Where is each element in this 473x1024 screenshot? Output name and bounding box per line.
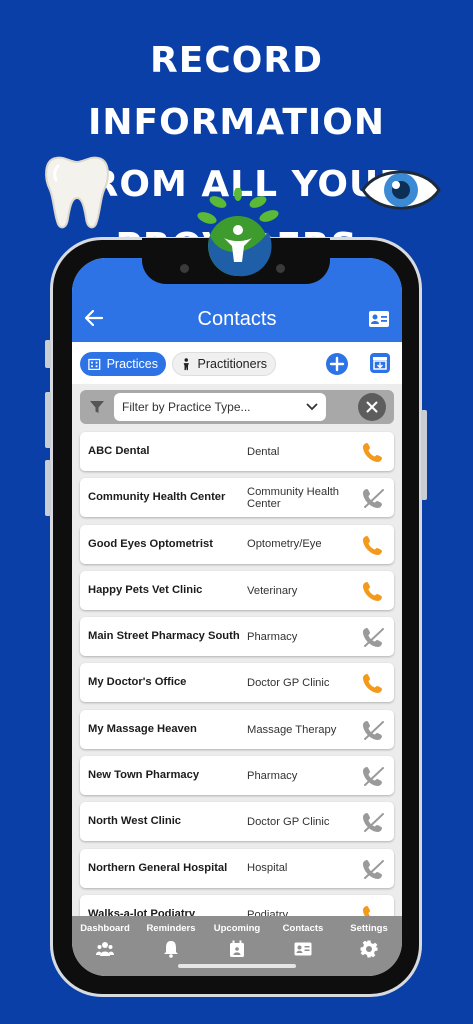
phone-disabled-icon bbox=[363, 859, 384, 879]
list-item[interactable]: My Doctor's Office Doctor GP Clinic bbox=[80, 663, 394, 703]
nav-label: Upcoming bbox=[213, 923, 261, 934]
list-item[interactable]: Happy Pets Vet Clinic Veterinary bbox=[80, 570, 394, 610]
camera-dot-left bbox=[180, 264, 189, 273]
bell-icon bbox=[164, 941, 178, 958]
phone-icon[interactable] bbox=[362, 580, 384, 602]
contact-name: North West Clinic bbox=[88, 815, 182, 828]
contact-list: ABC Dental Dental Community Health Center C… bbox=[80, 432, 394, 941]
contact-type: Pharmacy bbox=[247, 769, 298, 782]
app-logo-icon bbox=[197, 188, 279, 277]
segment-bar: Practices Practitioners bbox=[72, 342, 402, 384]
phone-disabled-icon bbox=[363, 813, 384, 833]
contact-card-icon bbox=[294, 942, 312, 956]
contact-name: Community Health Center bbox=[88, 491, 226, 504]
practice-type-placeholder: Filter by Practice Type... bbox=[122, 400, 251, 414]
page-title: Contacts bbox=[197, 308, 277, 330]
practice-type-select[interactable]: Filter by Practice Type... bbox=[114, 393, 326, 421]
phone-disabled-icon bbox=[363, 628, 384, 648]
person-icon bbox=[183, 358, 189, 371]
phone-disabled-icon bbox=[363, 720, 384, 740]
contact-name: My Doctor's Office bbox=[88, 676, 187, 689]
contact-name: New Town Pharmacy bbox=[88, 769, 200, 782]
nav-label: Dashboard bbox=[80, 923, 130, 934]
nav-label: Contacts bbox=[282, 923, 324, 934]
nav-label: Reminders bbox=[146, 923, 196, 934]
contact-type: Hospital bbox=[247, 862, 288, 875]
building-icon bbox=[88, 358, 101, 371]
contact-name: Main Street Pharmacy South bbox=[88, 630, 240, 643]
chevron-down-icon bbox=[306, 403, 318, 411]
tab-practitioners-label: Practitioners bbox=[197, 357, 267, 371]
list-item[interactable]: Main Street Pharmacy South Pharmacy bbox=[80, 617, 394, 657]
phone-icon[interactable] bbox=[362, 672, 384, 694]
phone-volume-up bbox=[45, 392, 51, 448]
list-item[interactable]: Community Health Center Community Health … bbox=[80, 478, 394, 518]
phone-volume-down bbox=[45, 460, 51, 516]
phone-disabled-icon bbox=[363, 767, 384, 787]
contact-type: Doctor GP Clinic bbox=[247, 677, 330, 690]
list-item[interactable]: Good Eyes Optometrist Optometry/Eye bbox=[80, 524, 394, 564]
clear-filter-button[interactable] bbox=[358, 393, 386, 421]
contact-type: Massage Therapy bbox=[247, 723, 337, 736]
list-item[interactable]: ABC Dental Dental bbox=[80, 432, 394, 471]
tab-practices-label: Practices bbox=[106, 357, 158, 371]
tab-practices[interactable]: Practices bbox=[80, 352, 166, 376]
contact-type: Pharmacy bbox=[247, 630, 298, 643]
phone-power-button bbox=[421, 410, 427, 500]
list-item[interactable]: New Town Pharmacy Pharmacy bbox=[80, 756, 394, 796]
phone-disabled-icon bbox=[363, 489, 384, 509]
headline-line-1: RECORD INFORMATION bbox=[87, 40, 385, 143]
archive-icon bbox=[373, 357, 387, 370]
phone-icon[interactable] bbox=[362, 441, 384, 463]
users-icon bbox=[96, 942, 114, 956]
nav-label: Settings bbox=[350, 923, 388, 934]
contact-type: Dental bbox=[247, 445, 280, 458]
archive-button[interactable] bbox=[370, 353, 390, 373]
eye-icon bbox=[361, 170, 441, 210]
list-item[interactable]: Northern General Hospital Hospital bbox=[80, 848, 394, 888]
tooth-icon bbox=[45, 156, 109, 229]
tab-practitioners[interactable]: Practitioners bbox=[172, 352, 276, 376]
filter-bar: Filter by Practice Type... bbox=[80, 390, 394, 424]
calendar-icon bbox=[230, 940, 244, 957]
contact-type: Community Health Center bbox=[247, 485, 340, 511]
phone-mute-switch bbox=[45, 340, 51, 368]
contact-name: ABC Dental bbox=[88, 445, 150, 457]
funnel-icon bbox=[90, 401, 104, 413]
contact-name: Happy Pets Vet Clinic bbox=[88, 583, 203, 596]
contact-name: My Massage Heaven bbox=[88, 722, 197, 735]
nav-item-reminders[interactable]: Reminders bbox=[139, 923, 203, 976]
list-item[interactable]: North West Clinic Doctor GP Clinic bbox=[80, 802, 394, 842]
list-item[interactable]: My Massage Heaven Massage Therapy bbox=[80, 709, 394, 749]
close-icon bbox=[366, 401, 378, 413]
contact-type: Doctor GP Clinic bbox=[247, 816, 330, 829]
contact-name: Northern General Hospital bbox=[88, 861, 228, 874]
nav-item-settings[interactable]: Settings bbox=[337, 923, 401, 976]
nav-item-dashboard[interactable]: Dashboard bbox=[73, 923, 137, 976]
nav-item-upcoming[interactable]: Upcoming bbox=[205, 923, 269, 976]
phone-icon[interactable] bbox=[362, 534, 384, 556]
contact-type: Optometry/Eye bbox=[247, 538, 322, 551]
home-indicator bbox=[178, 964, 296, 968]
contact-type: Veterinary bbox=[247, 584, 298, 597]
nav-item-contacts[interactable]: Contacts bbox=[271, 923, 335, 976]
id-card-icon[interactable] bbox=[368, 310, 390, 328]
contact-name: Good Eyes Optometrist bbox=[88, 537, 213, 550]
add-button[interactable] bbox=[326, 353, 348, 375]
plus-icon bbox=[329, 356, 345, 372]
gear-icon bbox=[360, 940, 378, 958]
app-screen: Contacts Practices Practitioners Filter … bbox=[72, 258, 402, 976]
